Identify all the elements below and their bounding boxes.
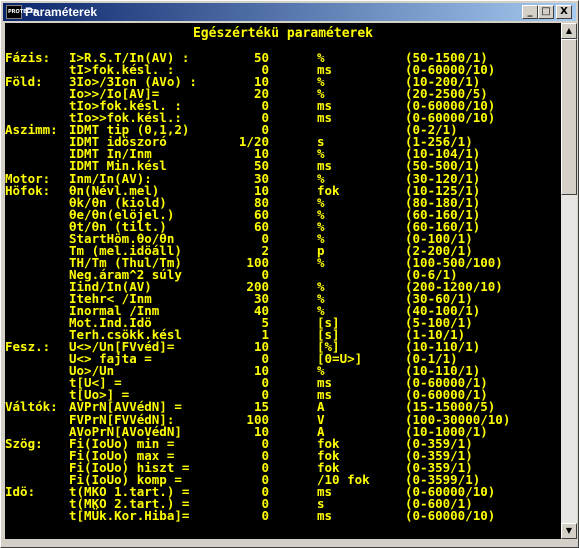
parameter-group: Aszimm: — [5, 122, 58, 138]
parameter-name: t[MÜk.Kor.Hiba]= — [69, 507, 190, 523]
parameter-value: 0 — [261, 483, 269, 499]
parameter-value: 40 — [253, 303, 269, 319]
parameter-value: 0 — [261, 98, 269, 114]
parameter-group: Höfok: — [5, 182, 51, 198]
parameter-value: 10 — [253, 363, 269, 379]
vertical-scrollbar[interactable]: ▲ ▼ — [561, 23, 577, 539]
scroll-thumb[interactable] — [561, 39, 577, 195]
parameter-value: 0 — [261, 110, 269, 126]
maximize-button[interactable]: □ — [538, 5, 554, 19]
parameter-group: Idö: — [5, 483, 36, 499]
parameter-value: 0 — [261, 507, 269, 523]
resize-grip[interactable] — [561, 539, 577, 547]
parameter-range: (0-60000/10) — [405, 507, 496, 523]
parameter-value: 0 — [261, 459, 269, 475]
parameter-value: 50 — [253, 50, 269, 65]
parameter-unit: ms — [317, 507, 333, 523]
app-icon[interactable]: PROTECTA — [6, 5, 37, 19]
parameter-value: 10 — [253, 423, 269, 439]
parameter-group: Föld: — [5, 74, 43, 90]
parameter-unit: % — [317, 254, 325, 270]
minimize-button[interactable]: _ — [522, 5, 538, 19]
scroll-up-button[interactable]: ▲ — [561, 23, 577, 39]
parameter-value: 20 — [253, 86, 269, 102]
parameter-value: 0 — [261, 435, 269, 451]
parameter-value: 0 — [261, 495, 269, 511]
parameter-unit: ms — [317, 110, 333, 126]
parameter-value: 60 — [253, 218, 269, 234]
close-button[interactable]: X — [556, 5, 572, 19]
parameter-value: 5 — [261, 315, 269, 331]
page-title: Egészértékü paraméterek — [192, 26, 373, 41]
parameter-value: 0 — [261, 447, 269, 463]
scroll-down-button[interactable]: ▼ — [561, 523, 577, 539]
parameter-group: Szög: — [5, 435, 43, 451]
parameter-row: t[MÜk.Kor.Hiba]= 0 ms (0-60000/10) — [5, 507, 561, 523]
parameter-value: 100 — [246, 254, 269, 270]
parameter-value: 0 — [261, 471, 269, 487]
parameter-group: Fesz.: — [5, 339, 51, 355]
parameter-group: Váltók: — [5, 399, 58, 415]
parameter-value: 0 — [261, 230, 269, 246]
window-title: Paraméterek — [25, 5, 98, 19]
parameter-group: Fázis: — [5, 50, 51, 65]
parameter-value: 0 — [261, 375, 269, 391]
console-area: Egészértékü paraméterek Fázis: I>R.S.T/In… — [5, 23, 561, 539]
parameter-value: 10 — [253, 339, 269, 355]
title-bar[interactable]: PROTECTA Paraméterek _ □ X — [3, 3, 576, 21]
parameters-window: PROTECTA Paraméterek _ □ X Egészértékü p… — [0, 0, 579, 548]
